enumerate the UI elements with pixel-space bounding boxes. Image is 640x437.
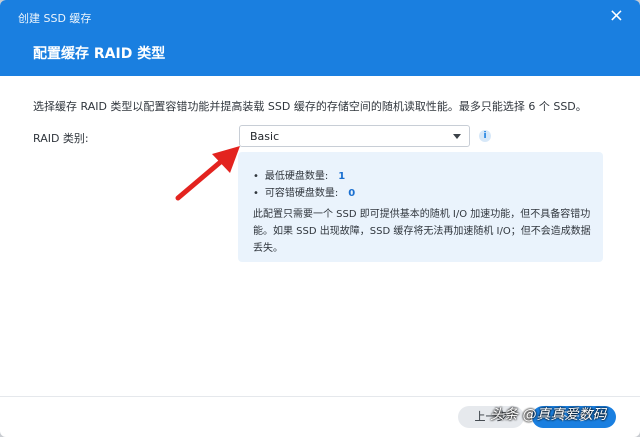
watermark: 头条 @真真爱数码: [490, 407, 607, 423]
red-arrow-annotation: [175, 146, 240, 201]
arrow-shaft: [175, 156, 227, 201]
arrow-head: [212, 146, 240, 173]
footer-divider: [0, 396, 640, 397]
create-ssd-cache-dialog: 创建 SSD 缓存 × 配置缓存 RAID 类型 选择缓存 RAID 类型以配置…: [0, 0, 640, 437]
